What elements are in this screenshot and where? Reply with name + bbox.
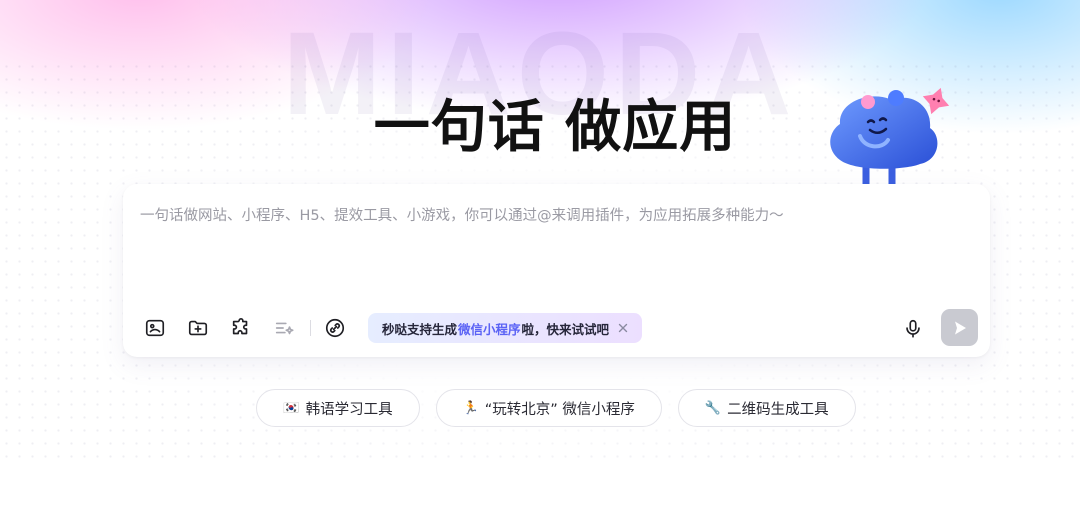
suggestion-chip-qrcode-tool[interactable]: 🔧 二维码生成工具 bbox=[677, 389, 856, 427]
suggestion-chip-korean-learning[interactable]: 🇰🇷 韩语学习工具 bbox=[256, 389, 420, 427]
prompt-card: 秒哒支持生成 微信小程序 啦，快来试试吧 bbox=[123, 184, 990, 357]
suggestion-label: 韩语学习工具 bbox=[305, 401, 393, 418]
suggestion-label: “玩转北京” 微信小程序 bbox=[484, 401, 635, 418]
promo-highlight: 微信小程序 bbox=[458, 321, 521, 337]
prompt-enhance-icon bbox=[275, 322, 294, 335]
link-button[interactable] bbox=[321, 314, 349, 342]
voice-input-button[interactable] bbox=[899, 315, 927, 343]
upload-folder-button[interactable] bbox=[184, 314, 212, 342]
plugin-button[interactable] bbox=[227, 314, 255, 342]
toolbar-divider bbox=[310, 320, 311, 336]
suggestion-chips: 🇰🇷 韩语学习工具 🏃 “玩转北京” 微信小程序 🔧 二维码生成工具 bbox=[0, 389, 1080, 427]
wrench-icon: 🔧 bbox=[704, 400, 722, 416]
close-icon[interactable] bbox=[617, 322, 629, 334]
image-upload-icon bbox=[145, 319, 165, 337]
runner-icon: 🏃 bbox=[462, 400, 479, 416]
promo-suffix: 啦，快来试试吧 bbox=[521, 321, 610, 337]
link-icon bbox=[325, 318, 345, 338]
microphone-icon bbox=[906, 319, 920, 338]
folder-add-icon bbox=[188, 320, 208, 336]
plugin-icon bbox=[232, 318, 248, 335]
suggestion-chip-beijing-mini-program[interactable]: 🏃 “玩转北京” 微信小程序 bbox=[435, 389, 662, 427]
promo-prefix: 秒哒支持生成 bbox=[382, 321, 458, 337]
mascot-illustration bbox=[830, 87, 950, 192]
prompt-enhance-button[interactable] bbox=[270, 314, 298, 342]
prompt-toolbar: 秒哒支持生成 微信小程序 啦，快来试试吧 bbox=[141, 313, 643, 343]
send-icon bbox=[954, 321, 966, 334]
prompt-input[interactable] bbox=[140, 204, 970, 294]
korea-flag-icon: 🇰🇷 bbox=[283, 400, 300, 416]
send-button[interactable] bbox=[941, 309, 978, 346]
mini-program-promo-banner[interactable]: 秒哒支持生成 微信小程序 啦，快来试试吧 bbox=[368, 313, 643, 343]
image-upload-button[interactable] bbox=[141, 314, 169, 342]
suggestion-label: 二维码生成工具 bbox=[727, 401, 829, 418]
